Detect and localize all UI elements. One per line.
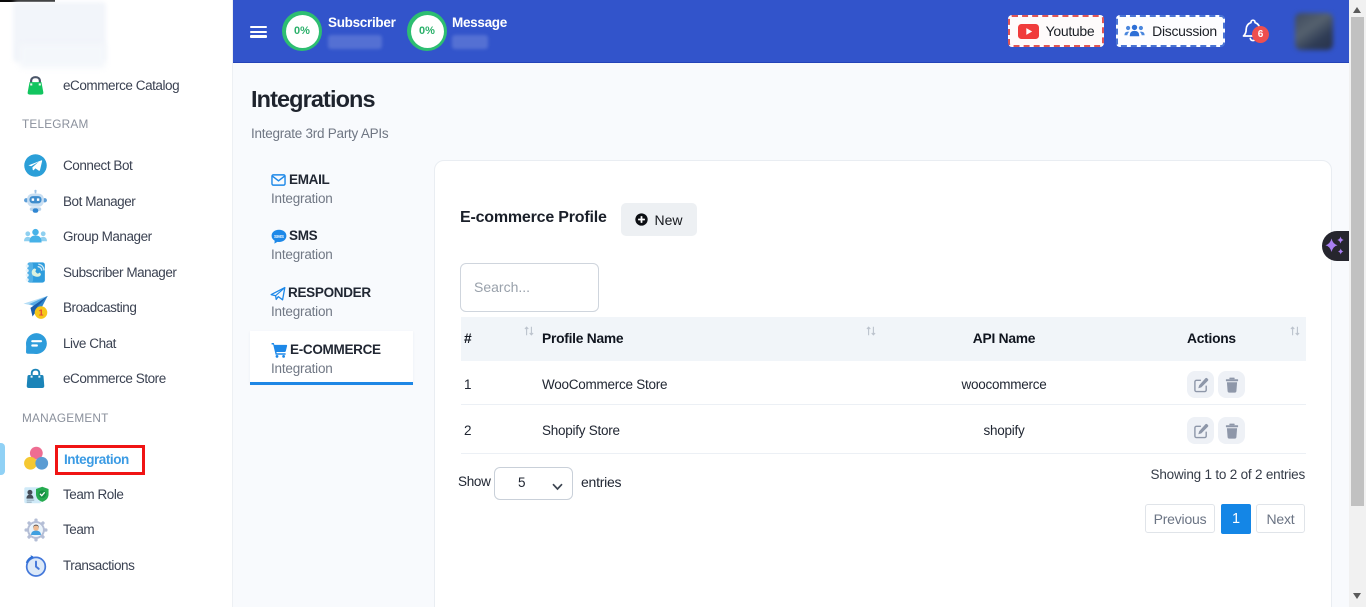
svg-text:1: 1: [39, 308, 44, 318]
svg-text:SMS: SMS: [274, 234, 284, 239]
